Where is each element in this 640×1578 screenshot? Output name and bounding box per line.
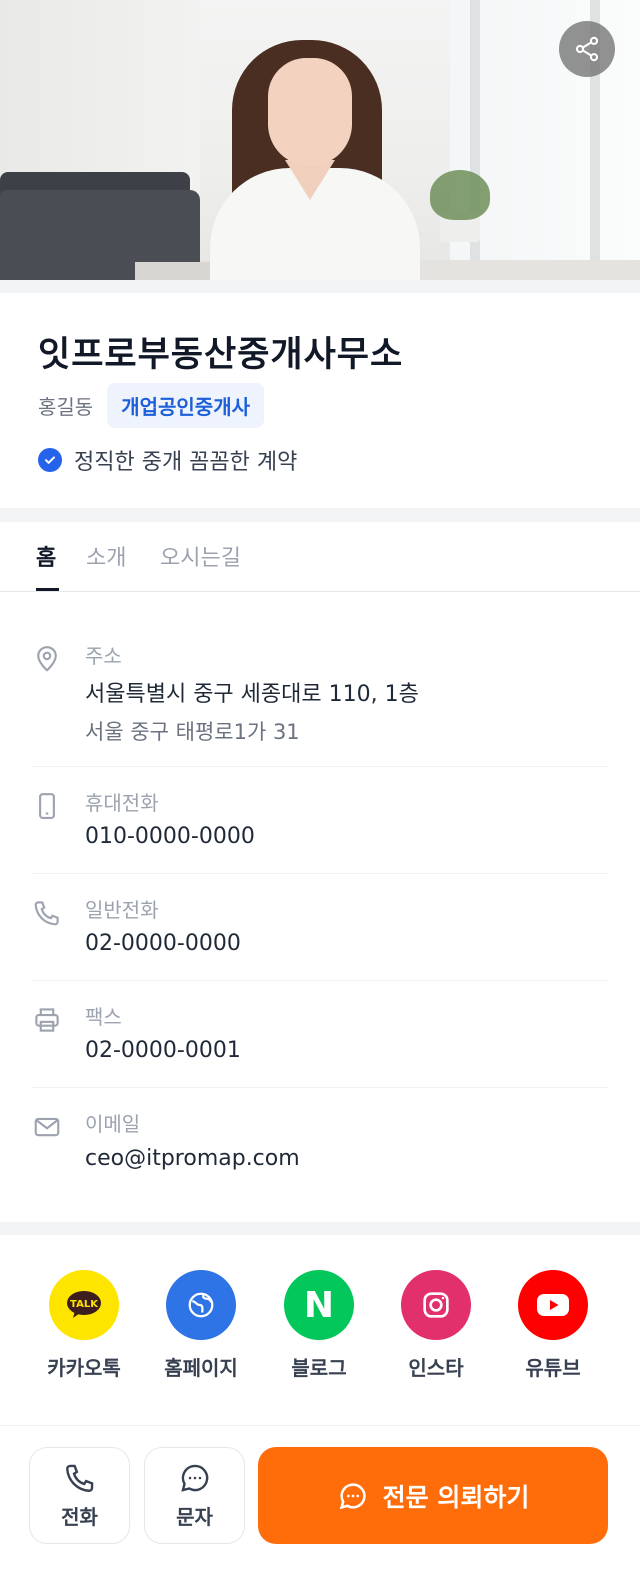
social-label: 인스타 <box>408 1356 464 1380</box>
social-homepage[interactable]: 홈페이지 <box>146 1270 256 1381</box>
tab-bar: 홈 소개 오시는길 <box>0 522 640 592</box>
share-icon <box>575 36 599 62</box>
social-label: 홈페이지 <box>164 1356 238 1380</box>
social-label: 유튜브 <box>525 1356 581 1380</box>
bottom-bar-divider <box>0 1425 640 1426</box>
email-label: 이메일 <box>85 1112 141 1136</box>
divider <box>32 766 608 767</box>
mobile-item[interactable]: 휴대전화 010-0000-0000 <box>32 787 608 857</box>
call-button[interactable]: 전화 <box>29 1447 130 1544</box>
address-road: 서울특별시 중구 세종대로 110, 1층 <box>85 682 419 707</box>
social-instagram[interactable]: 인스타 <box>381 1270 491 1381</box>
profile-photo <box>0 0 640 280</box>
fax-item: 팩스 02-0000-0001 <box>32 1001 608 1071</box>
sms-button[interactable]: 문자 <box>144 1447 245 1544</box>
agent-name: 홍길동 <box>38 394 94 419</box>
social-kakaotalk[interactable]: TALK 카카오톡 <box>29 1270 139 1381</box>
divider <box>32 980 608 981</box>
svg-text:TALK: TALK <box>70 1299 99 1310</box>
social-youtube[interactable]: 유튜브 <box>498 1270 608 1381</box>
address-item: 주소 서울특별시 중구 세종대로 110, 1층 서울 중구 태평로1가 31 <box>32 640 608 750</box>
mobile-label: 휴대전화 <box>85 791 159 815</box>
address-lot: 서울 중구 태평로1가 31 <box>85 720 300 744</box>
section-gap <box>0 1222 640 1235</box>
mail-icon <box>34 1117 60 1137</box>
printer-icon <box>35 1008 59 1032</box>
expert-request-label: 전문 의뢰하기 <box>382 1482 530 1512</box>
social-label: 블로그 <box>291 1356 347 1380</box>
tab-directions[interactable]: 오시는길 <box>160 540 241 572</box>
phone-number[interactable]: 02-0000-0000 <box>85 931 241 956</box>
mobile-number[interactable]: 010-0000-0000 <box>85 824 255 849</box>
tab-intro[interactable]: 소개 <box>86 540 126 572</box>
phone-icon <box>34 901 59 926</box>
social-blog[interactable]: N 블로그 <box>264 1270 374 1381</box>
address-label: 주소 <box>85 644 122 668</box>
active-tab-indicator <box>36 588 59 591</box>
section-gap <box>0 508 640 522</box>
divider <box>32 873 608 874</box>
chat-bubble-icon <box>339 1482 366 1509</box>
instagram-icon <box>401 1270 471 1340</box>
kakaotalk-icon: TALK <box>49 1270 119 1340</box>
phone-icon <box>65 1464 93 1492</box>
fax-number: 02-0000-0001 <box>85 1038 241 1063</box>
verified-check-icon <box>38 448 62 472</box>
motto-text: 정직한 중개 꼼꼼한 계약 <box>74 450 298 475</box>
motto-row: 정직한 중개 꼼꼼한 계약 <box>38 444 297 476</box>
agent-row: 홍길동 개업공인중개사 <box>38 382 265 428</box>
location-pin-icon <box>37 646 57 672</box>
sms-button-label: 문자 <box>176 1505 213 1529</box>
mobile-phone-icon <box>39 793 55 819</box>
office-name: 잇프로부동산중개사무소 <box>38 335 404 375</box>
social-label: 카카오톡 <box>47 1356 121 1380</box>
share-button[interactable] <box>559 21 615 77</box>
call-button-label: 전화 <box>61 1505 98 1529</box>
tab-home[interactable]: 홈 <box>36 540 56 572</box>
fax-label: 팩스 <box>85 1005 122 1029</box>
phone-label: 일반전화 <box>85 898 159 922</box>
phone-item[interactable]: 일반전화 02-0000-0000 <box>32 894 608 964</box>
globe-icon <box>166 1270 236 1340</box>
chat-bubble-icon <box>180 1464 208 1492</box>
expert-request-button[interactable]: 전문 의뢰하기 <box>258 1447 608 1544</box>
divider <box>32 1087 608 1088</box>
email-address[interactable]: ceo@itpromap.com <box>85 1146 300 1171</box>
section-gap <box>0 280 640 293</box>
naver-blog-icon: N <box>284 1270 354 1340</box>
email-item[interactable]: 이메일 ceo@itpromap.com <box>32 1108 608 1178</box>
youtube-icon <box>518 1270 588 1340</box>
agent-title-badge: 개업공인중개사 <box>107 382 265 428</box>
